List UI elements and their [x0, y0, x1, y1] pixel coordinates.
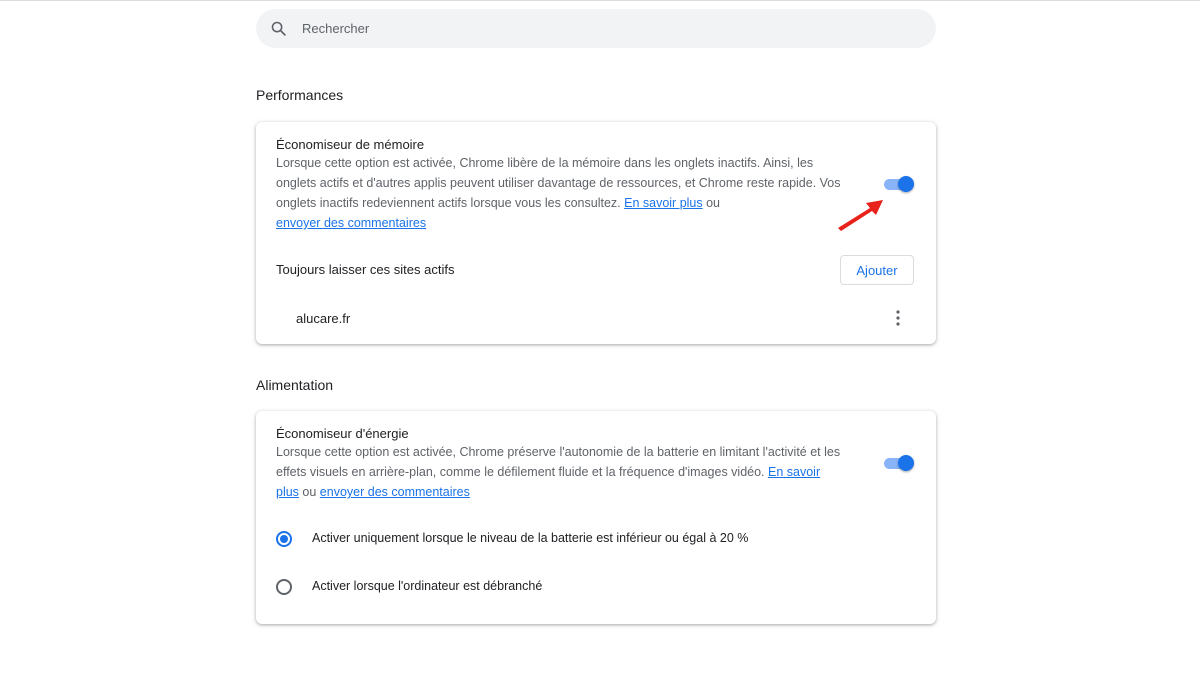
energy-saver-toggle[interactable] — [882, 453, 916, 473]
performance-card: Économiseur de mémoire Lorsque cette opt… — [256, 122, 936, 344]
energy-saver-description: Lorsque cette option est activée, Chrome… — [276, 445, 841, 499]
toggle-knob — [898, 176, 914, 192]
section-title-performance: Performances — [256, 87, 344, 103]
section-title-power: Alimentation — [256, 377, 334, 393]
radio-option-unplugged[interactable]: Activer lorsque l'ordinateur est débranc… — [276, 576, 916, 600]
radio-option-label: Activer uniquement lorsque le niveau de … — [312, 531, 749, 545]
energy-saver-feedback-link[interactable]: envoyer des commentaires — [320, 485, 470, 499]
radio-option-battery-20[interactable]: Activer uniquement lorsque le niveau de … — [276, 528, 916, 552]
search-icon — [271, 21, 286, 36]
add-site-button[interactable]: Ajouter — [840, 255, 914, 285]
search-bar[interactable] — [256, 9, 936, 48]
memory-saver-description: Lorsque cette option est activée, Chrome… — [276, 156, 841, 230]
top-divider — [0, 0, 1200, 1]
toggle-knob — [898, 455, 914, 471]
site-list-item: alucare.fr — [296, 311, 351, 326]
memory-saver-title: Économiseur de mémoire — [276, 137, 425, 152]
memory-saver-toggle[interactable] — [882, 174, 916, 194]
search-input[interactable] — [302, 9, 902, 48]
radio-option-label: Activer lorsque l'ordinateur est débranc… — [312, 579, 543, 593]
power-card: Économiseur d'énergie Lorsque cette opti… — [256, 411, 936, 624]
annotation-arrow-icon — [838, 200, 883, 231]
radio-button[interactable] — [276, 579, 292, 595]
memory-saver-learn-more-link[interactable]: En savoir plus — [624, 196, 703, 210]
memory-saver-feedback-link[interactable]: envoyer des commentaires — [276, 216, 426, 230]
more-vert-icon[interactable] — [886, 306, 910, 330]
always-active-label: Toujours laisser ces sites actifs — [276, 262, 455, 277]
energy-saver-title: Économiseur d'énergie — [276, 426, 409, 441]
radio-button-checked[interactable] — [276, 531, 292, 547]
energy-saver-learn-more-link-cont[interactable]: plus — [276, 485, 299, 499]
energy-saver-learn-more-link[interactable]: En savoir — [768, 465, 820, 479]
